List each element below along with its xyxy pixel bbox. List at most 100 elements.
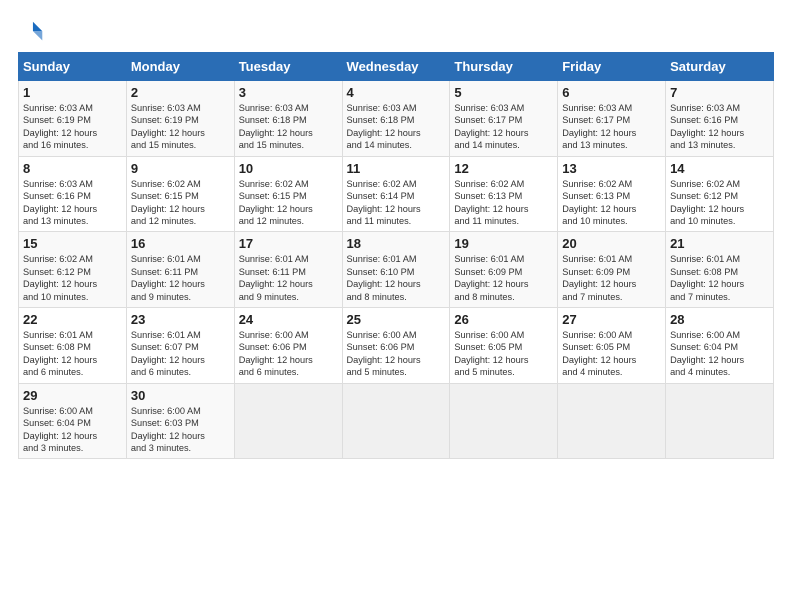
day-number: 21 xyxy=(670,236,769,251)
calendar-cell: 2 Sunrise: 6:03 AM Sunset: 6:19 PM Daylig… xyxy=(126,81,234,157)
day-number: 24 xyxy=(239,312,338,327)
cell-content: Sunrise: 6:01 AM Sunset: 6:11 PM Dayligh… xyxy=(239,253,338,303)
day-number: 13 xyxy=(562,161,661,176)
day-number: 30 xyxy=(131,388,230,403)
cell-content: Sunrise: 6:03 AM Sunset: 6:18 PM Dayligh… xyxy=(347,102,446,152)
calendar-cell: 17 Sunrise: 6:01 AM Sunset: 6:11 PM Dayli… xyxy=(234,232,342,308)
day-number: 25 xyxy=(347,312,446,327)
cell-content: Sunrise: 6:01 AM Sunset: 6:09 PM Dayligh… xyxy=(562,253,661,303)
calendar-cell: 5Sunrise: 6:03 AM Sunset: 6:17 PM Daylig… xyxy=(450,81,558,157)
calendar-cell: 8 Sunrise: 6:03 AM Sunset: 6:16 PM Daylig… xyxy=(19,156,127,232)
calendar-cell xyxy=(450,383,558,459)
calendar-cell: 26Sunrise: 6:00 AM Sunset: 6:05 PM Dayli… xyxy=(450,308,558,384)
week-row-3: 15 Sunrise: 6:02 AM Sunset: 6:12 PM Dayli… xyxy=(19,232,774,308)
calendar-cell: 11 Sunrise: 6:02 AM Sunset: 6:14 PM Dayli… xyxy=(342,156,450,232)
day-number: 7 xyxy=(670,85,769,100)
cell-content: Sunrise: 6:03 AM Sunset: 6:17 PM Dayligh… xyxy=(562,102,661,152)
col-header-monday: Monday xyxy=(126,53,234,81)
header xyxy=(18,18,774,46)
day-number: 18 xyxy=(347,236,446,251)
cell-content: Sunrise: 6:02 AM Sunset: 6:14 PM Dayligh… xyxy=(347,178,446,228)
cell-content: Sunrise: 6:01 AM Sunset: 6:10 PM Dayligh… xyxy=(347,253,446,303)
day-number: 26 xyxy=(454,312,553,327)
calendar-cell xyxy=(234,383,342,459)
calendar-cell: 12Sunrise: 6:02 AM Sunset: 6:13 PM Dayli… xyxy=(450,156,558,232)
day-number: 27 xyxy=(562,312,661,327)
week-row-5: 29Sunrise: 6:00 AM Sunset: 6:04 PM Dayli… xyxy=(19,383,774,459)
calendar-cell: 6Sunrise: 6:03 AM Sunset: 6:17 PM Daylig… xyxy=(558,81,666,157)
cell-content: Sunrise: 6:03 AM Sunset: 6:17 PM Dayligh… xyxy=(454,102,553,152)
cell-content: Sunrise: 6:03 AM Sunset: 6:18 PM Dayligh… xyxy=(239,102,338,152)
calendar-cell xyxy=(666,383,774,459)
cell-content: Sunrise: 6:02 AM Sunset: 6:13 PM Dayligh… xyxy=(562,178,661,228)
cell-content: Sunrise: 6:01 AM Sunset: 6:08 PM Dayligh… xyxy=(670,253,769,303)
calendar-cell: 20 Sunrise: 6:01 AM Sunset: 6:09 PM Dayli… xyxy=(558,232,666,308)
day-number: 4 xyxy=(347,85,446,100)
calendar-cell: 7 Sunrise: 6:03 AM Sunset: 6:16 PM Daylig… xyxy=(666,81,774,157)
col-header-sunday: Sunday xyxy=(19,53,127,81)
calendar-cell: 3 Sunrise: 6:03 AM Sunset: 6:18 PM Daylig… xyxy=(234,81,342,157)
col-header-wednesday: Wednesday xyxy=(342,53,450,81)
calendar-cell: 10 Sunrise: 6:02 AM Sunset: 6:15 PM Dayli… xyxy=(234,156,342,232)
cell-content: Sunrise: 6:01 AM Sunset: 6:11 PM Dayligh… xyxy=(131,253,230,303)
calendar-table: SundayMondayTuesdayWednesdayThursdayFrid… xyxy=(18,52,774,459)
cell-content: Sunrise: 6:00 AM Sunset: 6:03 PM Dayligh… xyxy=(131,405,230,455)
calendar-body: 1 Sunrise: 6:03 AM Sunset: 6:19 PM Daylig… xyxy=(19,81,774,459)
cell-content: Sunrise: 6:00 AM Sunset: 6:05 PM Dayligh… xyxy=(562,329,661,379)
cell-content: Sunrise: 6:02 AM Sunset: 6:12 PM Dayligh… xyxy=(670,178,769,228)
day-number: 22 xyxy=(23,312,122,327)
calendar-cell: 9 Sunrise: 6:02 AM Sunset: 6:15 PM Daylig… xyxy=(126,156,234,232)
day-number: 2 xyxy=(131,85,230,100)
cell-content: Sunrise: 6:00 AM Sunset: 6:06 PM Dayligh… xyxy=(347,329,446,379)
cell-content: Sunrise: 6:01 AM Sunset: 6:07 PM Dayligh… xyxy=(131,329,230,379)
cell-content: Sunrise: 6:02 AM Sunset: 6:15 PM Dayligh… xyxy=(131,178,230,228)
calendar-cell: 28Sunrise: 6:00 AM Sunset: 6:04 PM Dayli… xyxy=(666,308,774,384)
calendar-cell: 19Sunrise: 6:01 AM Sunset: 6:09 PM Dayli… xyxy=(450,232,558,308)
cell-content: Sunrise: 6:00 AM Sunset: 6:06 PM Dayligh… xyxy=(239,329,338,379)
cell-content: Sunrise: 6:01 AM Sunset: 6:09 PM Dayligh… xyxy=(454,253,553,303)
cell-content: Sunrise: 6:02 AM Sunset: 6:15 PM Dayligh… xyxy=(239,178,338,228)
cell-content: Sunrise: 6:02 AM Sunset: 6:13 PM Dayligh… xyxy=(454,178,553,228)
day-number: 3 xyxy=(239,85,338,100)
calendar-cell: 25 Sunrise: 6:00 AM Sunset: 6:06 PM Dayli… xyxy=(342,308,450,384)
calendar-header: SundayMondayTuesdayWednesdayThursdayFrid… xyxy=(19,53,774,81)
col-header-thursday: Thursday xyxy=(450,53,558,81)
calendar-cell: 16 Sunrise: 6:01 AM Sunset: 6:11 PM Dayli… xyxy=(126,232,234,308)
day-number: 1 xyxy=(23,85,122,100)
cell-content: Sunrise: 6:03 AM Sunset: 6:19 PM Dayligh… xyxy=(131,102,230,152)
calendar-cell: 4 Sunrise: 6:03 AM Sunset: 6:18 PM Daylig… xyxy=(342,81,450,157)
day-number: 16 xyxy=(131,236,230,251)
calendar-cell: 29Sunrise: 6:00 AM Sunset: 6:04 PM Dayli… xyxy=(19,383,127,459)
cell-content: Sunrise: 6:03 AM Sunset: 6:19 PM Dayligh… xyxy=(23,102,122,152)
cell-content: Sunrise: 6:02 AM Sunset: 6:12 PM Dayligh… xyxy=(23,253,122,303)
page: SundayMondayTuesdayWednesdayThursdayFrid… xyxy=(0,0,792,612)
calendar-cell xyxy=(558,383,666,459)
day-number: 8 xyxy=(23,161,122,176)
calendar-cell: 1 Sunrise: 6:03 AM Sunset: 6:19 PM Daylig… xyxy=(19,81,127,157)
week-row-2: 8 Sunrise: 6:03 AM Sunset: 6:16 PM Daylig… xyxy=(19,156,774,232)
calendar-cell: 22 Sunrise: 6:01 AM Sunset: 6:08 PM Dayli… xyxy=(19,308,127,384)
calendar-cell: 13 Sunrise: 6:02 AM Sunset: 6:13 PM Dayli… xyxy=(558,156,666,232)
cell-content: Sunrise: 6:01 AM Sunset: 6:08 PM Dayligh… xyxy=(23,329,122,379)
week-row-1: 1 Sunrise: 6:03 AM Sunset: 6:19 PM Daylig… xyxy=(19,81,774,157)
calendar-cell: 30 Sunrise: 6:00 AM Sunset: 6:03 PM Dayli… xyxy=(126,383,234,459)
col-header-tuesday: Tuesday xyxy=(234,53,342,81)
day-number: 10 xyxy=(239,161,338,176)
calendar-cell: 15 Sunrise: 6:02 AM Sunset: 6:12 PM Dayli… xyxy=(19,232,127,308)
cell-content: Sunrise: 6:03 AM Sunset: 6:16 PM Dayligh… xyxy=(23,178,122,228)
logo xyxy=(18,18,50,46)
calendar-cell: 24 Sunrise: 6:00 AM Sunset: 6:06 PM Dayli… xyxy=(234,308,342,384)
calendar-cell: 14Sunrise: 6:02 AM Sunset: 6:12 PM Dayli… xyxy=(666,156,774,232)
calendar-cell: 18 Sunrise: 6:01 AM Sunset: 6:10 PM Dayli… xyxy=(342,232,450,308)
day-number: 11 xyxy=(347,161,446,176)
calendar-cell: 27 Sunrise: 6:00 AM Sunset: 6:05 PM Dayli… xyxy=(558,308,666,384)
day-number: 20 xyxy=(562,236,661,251)
cell-content: Sunrise: 6:00 AM Sunset: 6:04 PM Dayligh… xyxy=(670,329,769,379)
day-number: 9 xyxy=(131,161,230,176)
day-number: 15 xyxy=(23,236,122,251)
day-number: 23 xyxy=(131,312,230,327)
cell-content: Sunrise: 6:03 AM Sunset: 6:16 PM Dayligh… xyxy=(670,102,769,152)
col-header-saturday: Saturday xyxy=(666,53,774,81)
day-number: 17 xyxy=(239,236,338,251)
col-header-friday: Friday xyxy=(558,53,666,81)
